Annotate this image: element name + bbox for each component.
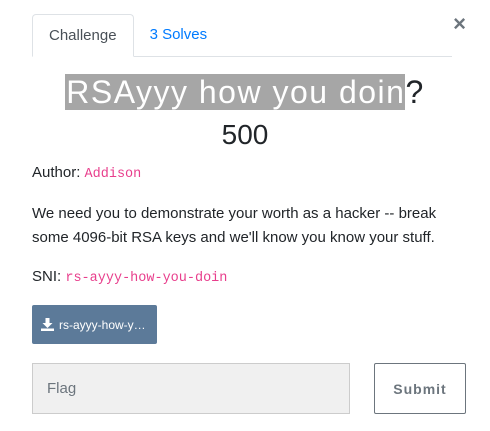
sni-line: SNI: rs-ayyy-how-you-doin bbox=[32, 267, 227, 289]
submit-button[interactable]: Submit bbox=[374, 363, 466, 414]
tab-challenge[interactable]: Challenge bbox=[32, 14, 134, 57]
download-file-button[interactable]: rs-ayyy-how-you-doin bbox=[32, 305, 157, 344]
challenge-title: RSAyyy how you doin? bbox=[0, 72, 490, 112]
challenge-tabs: Challenge 3 Solves bbox=[32, 14, 452, 57]
flag-input[interactable] bbox=[32, 363, 350, 414]
challenge-modal: × Challenge 3 Solves RSAyyy how you doin… bbox=[0, 0, 490, 431]
tab-solves[interactable]: 3 Solves bbox=[134, 14, 224, 56]
challenge-value: 500 bbox=[221, 119, 269, 150]
close-icon[interactable]: × bbox=[453, 13, 466, 35]
challenge-description: We need you to demonstrate your worth as… bbox=[32, 205, 437, 246]
challenge-title-highlighted: RSAyyy how you doin bbox=[65, 74, 406, 110]
download-file-label: rs-ayyy-how-you-doin bbox=[59, 317, 147, 332]
challenge-title-rest: ? bbox=[405, 74, 425, 110]
author-name: Addison bbox=[84, 167, 142, 182]
author-line: Author: Addison bbox=[32, 163, 141, 185]
download-icon bbox=[41, 318, 54, 331]
author-label: Author: bbox=[32, 164, 81, 181]
sni-label: SNI: bbox=[32, 268, 62, 285]
sni-value: rs-ayyy-how-you-doin bbox=[65, 271, 228, 286]
